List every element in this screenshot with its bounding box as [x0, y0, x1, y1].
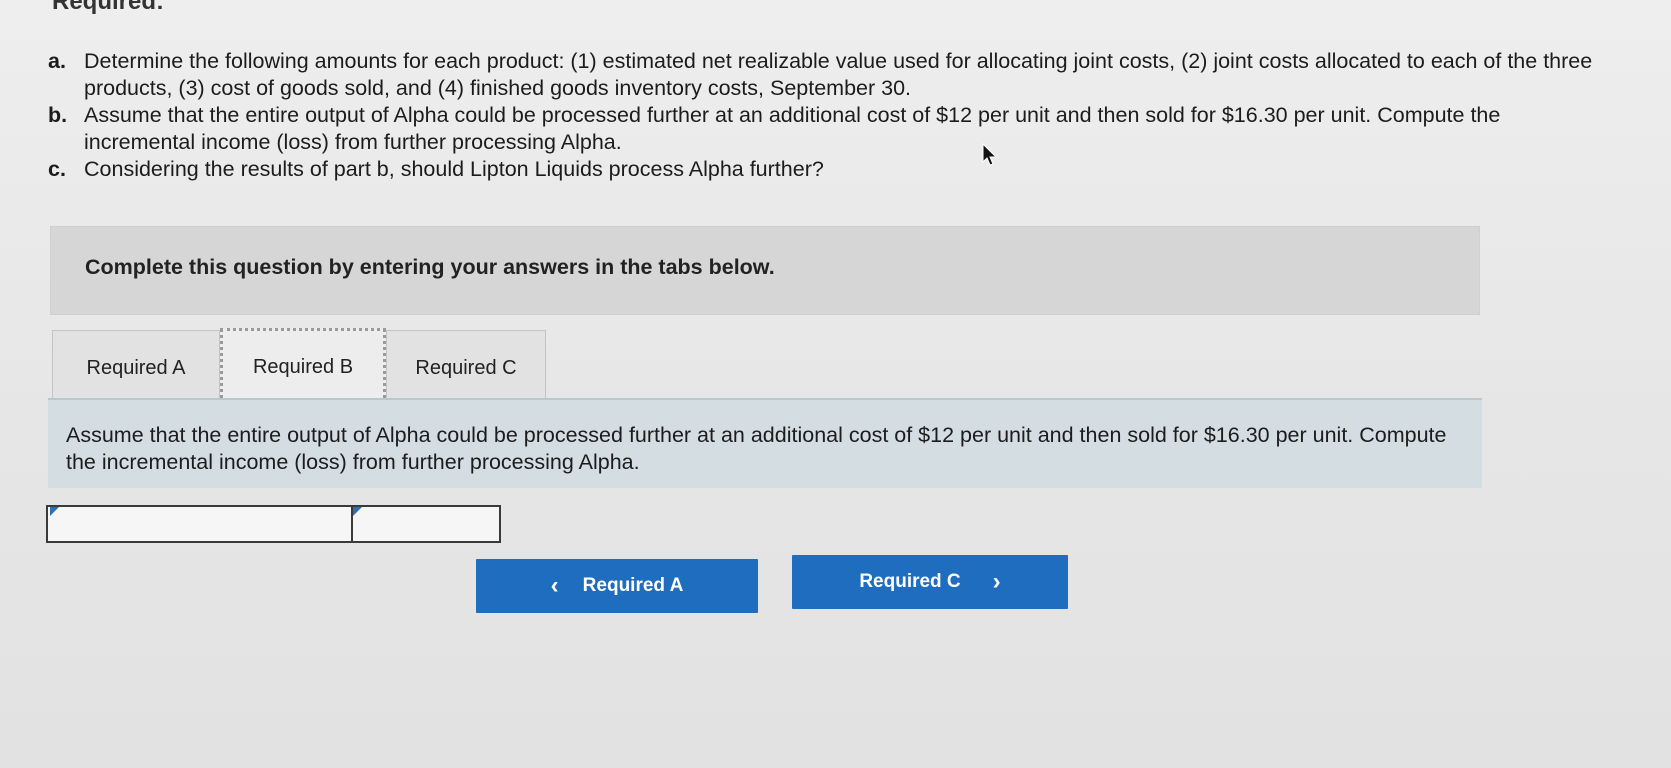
instruction-box: Complete this question by entering your … — [50, 226, 1480, 315]
question-text: Assume that the entire output of Alpha c… — [66, 423, 1447, 474]
requirement-text: Determine the following amounts for each… — [84, 49, 1593, 100]
tab-label: Required A — [86, 357, 186, 379]
requirement-a: a. Determine the following amounts for e… — [48, 48, 1608, 102]
previous-button-label: Required A — [582, 575, 684, 596]
tab-required-a[interactable]: Required A — [52, 330, 220, 406]
page: Required: a. Determine the following amo… — [0, 0, 1671, 768]
tab-label: Required B — [252, 355, 354, 378]
tab-label: Required C — [415, 357, 517, 379]
previous-required-a-button[interactable]: ‹ Required A — [476, 559, 758, 613]
tab-required-b[interactable]: Required B — [220, 328, 386, 406]
chevron-left-icon: ‹ — [550, 572, 559, 599]
question-panel: Assume that the entire output of Alpha c… — [48, 398, 1482, 488]
requirements-list: a. Determine the following amounts for e… — [48, 48, 1608, 183]
page-heading: Required: — [52, 0, 165, 15]
requirement-letter: b. — [48, 103, 68, 127]
input-marker-icon — [353, 507, 362, 516]
requirement-c: c. Considering the results of part b, sh… — [48, 156, 1608, 183]
mouse-pointer-icon — [982, 143, 997, 166]
requirement-b: b. Assume that the entire output of Alph… — [48, 102, 1608, 156]
requirement-text: Considering the results of part b, shoul… — [84, 157, 824, 181]
requirement-text: Assume that the entire output of Alpha c… — [84, 103, 1501, 154]
input-marker-icon — [50, 507, 59, 516]
requirement-letter: c. — [48, 157, 66, 181]
answer-amount-field[interactable] — [351, 507, 499, 541]
requirement-letter: a. — [48, 49, 66, 73]
instruction-text: Complete this question by entering your … — [85, 255, 775, 279]
next-button-label: Required C — [859, 571, 961, 592]
tab-required-c[interactable]: Required C — [386, 330, 546, 406]
chevron-right-icon: › — [992, 568, 1001, 595]
answer-row — [46, 505, 501, 543]
next-required-c-button[interactable]: Required C › — [792, 555, 1068, 609]
answer-label-field[interactable] — [48, 507, 351, 541]
